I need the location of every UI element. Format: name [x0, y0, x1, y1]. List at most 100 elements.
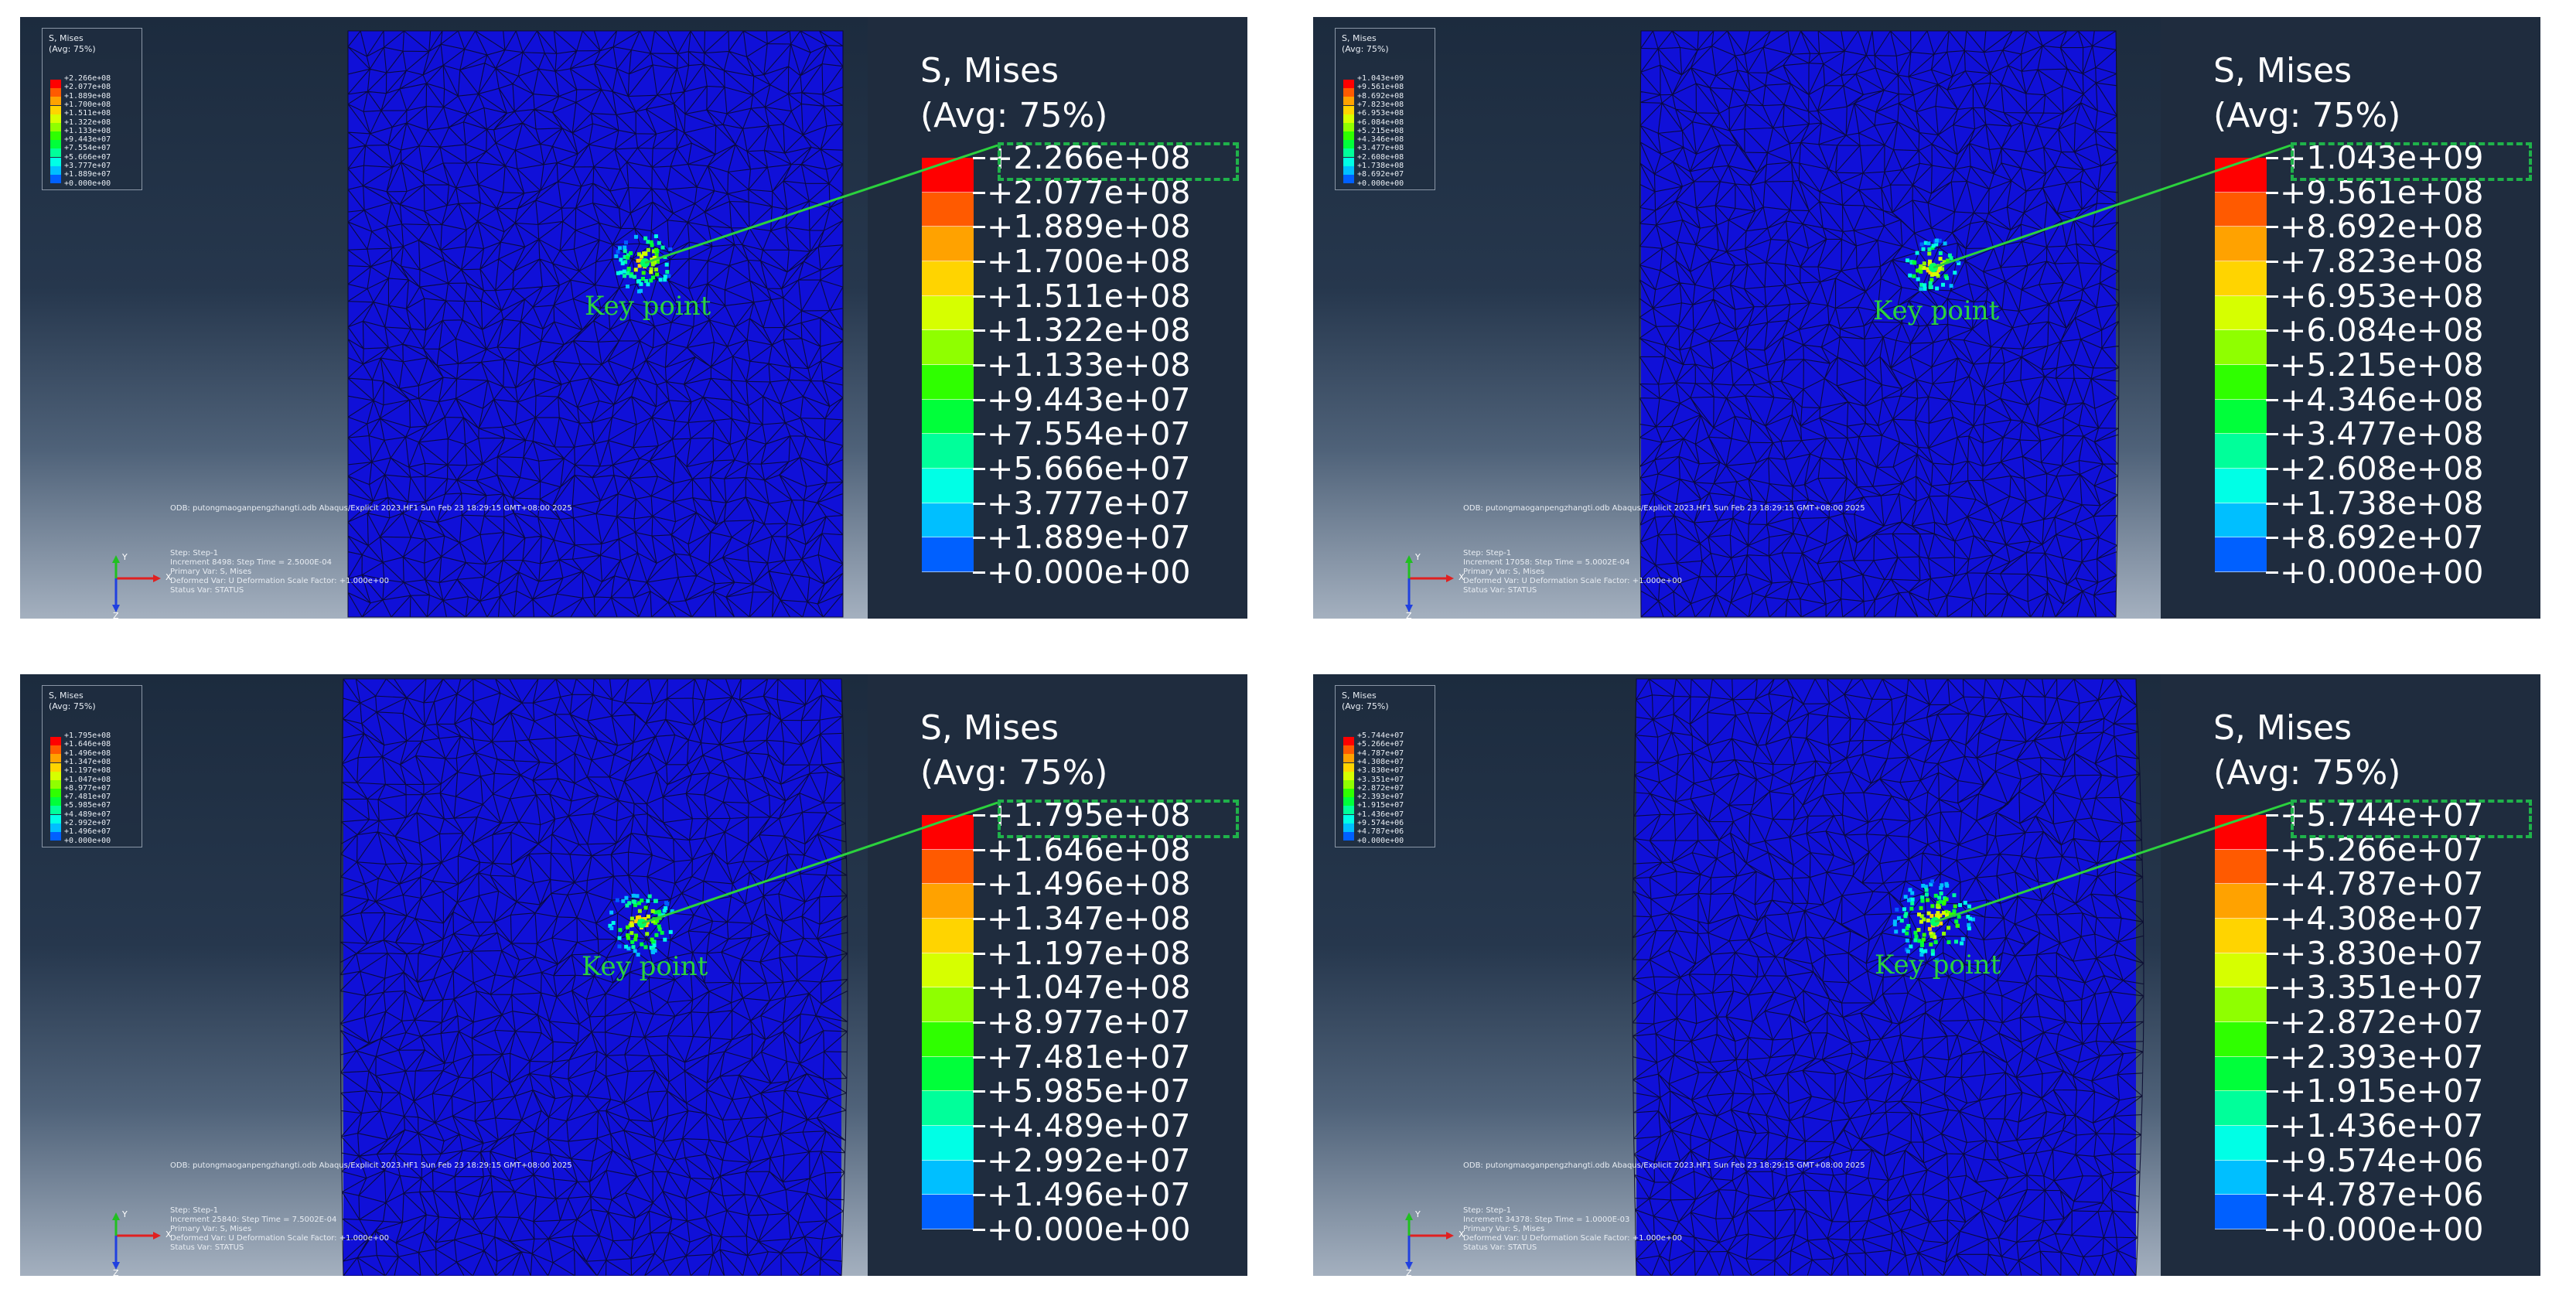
- legend-swatch: [2215, 1056, 2267, 1092]
- small-legend-swatch: [1343, 122, 1354, 131]
- legend-value: +0.000e+00: [2280, 554, 2484, 591]
- model-viewport[interactable]: Key point S, Mises (Avg: 75%) +2.266e+08 +2.…: [20, 17, 868, 619]
- legend-value: +2.393e+07: [2280, 1038, 2484, 1076]
- small-legend-swatch: [1343, 114, 1354, 123]
- legend-tick: [2266, 1125, 2278, 1127]
- legend-value: +1.915e+07: [2280, 1072, 2484, 1110]
- legend-tick: [973, 398, 985, 401]
- fe-mesh: [1639, 30, 2120, 618]
- axis-triad: X Y Z: [107, 552, 176, 619]
- legend-swatch: [922, 1091, 974, 1126]
- legend-value: +1.889e+08: [987, 208, 1191, 246]
- step-info: Step: Step-1: [170, 1206, 219, 1215]
- small-legend-swatch: [1343, 140, 1354, 149]
- small-legend-swatch: [50, 806, 61, 815]
- small-legend-value: +9.574e+06: [1357, 819, 1404, 827]
- legend-title: S, Mises: [2213, 51, 2353, 90]
- small-legend-value: +6.084e+08: [1357, 118, 1404, 127]
- small-legend-value: +9.561e+08: [1357, 83, 1404, 92]
- small-legend-value: +1.915e+07: [1357, 801, 1404, 810]
- small-legend-value: +1.738e+08: [1357, 162, 1404, 170]
- small-legend-swatch: [1343, 737, 1354, 746]
- legend-swatch: [2215, 469, 2267, 503]
- legend-tick: [973, 157, 985, 159]
- small-legend-swatch: [1343, 754, 1354, 763]
- legend-swatch: [2215, 1126, 2267, 1161]
- max-value-highlight: [998, 142, 1239, 181]
- legend-tick: [973, 537, 985, 540]
- increment-info: Increment 34378: Step Time = 1.0000E-03: [1463, 1216, 1630, 1224]
- legend-value: +4.308e+07: [2280, 900, 2484, 937]
- model-viewport[interactable]: Key point S, Mises (Avg: 75%) +1.795e+08 +1.…: [20, 674, 868, 1276]
- small-legend-swatch: [50, 797, 61, 806]
- deformed-var-info: Deformed Var: U Deformation Scale Factor…: [170, 577, 389, 585]
- legend-value: +3.777e+07: [987, 484, 1191, 522]
- legend-value: +5.985e+07: [987, 1072, 1191, 1110]
- legend-tick: [2266, 468, 2278, 470]
- legend-title: S, Mises: [2213, 708, 2353, 748]
- legend-swatch: [2215, 1160, 2267, 1195]
- small-legend-swatch: [1343, 131, 1354, 141]
- legend-tick: [973, 987, 985, 990]
- small-legend-value: +1.889e+08: [64, 91, 111, 101]
- status-var-info: Status Var: STATUS: [170, 586, 244, 595]
- axis-y-label: Y: [1415, 1209, 1421, 1219]
- legend-tick: [2266, 502, 2278, 505]
- small-legend-avg: (Avg: 75%): [1342, 44, 1389, 54]
- legend-value: +7.823e+08: [2280, 243, 2484, 280]
- legend-value: +3.351e+07: [2280, 969, 2484, 1007]
- legend-value: +1.889e+07: [987, 519, 1191, 557]
- axis-triad: X Y Z: [1400, 552, 1469, 619]
- legend-swatch: [922, 469, 974, 503]
- legend-tick: [973, 295, 985, 298]
- odb-info: ODB: putongmaoganpengzhangti.odb Abaqus/…: [1463, 504, 1865, 513]
- legend-swatch: [2215, 1022, 2267, 1057]
- small-legend-swatch: [50, 814, 61, 824]
- legend-swatch: [2215, 884, 2267, 919]
- contour-plot-panel: Key point S, Mises (Avg: 75%) +5.744e+07 +5.…: [1313, 674, 2540, 1276]
- legend-swatch: [922, 1126, 974, 1161]
- small-legend: S, Mises (Avg: 75%) +1.795e+08 +1.646e+08 +1…: [42, 685, 142, 847]
- legend-value: +6.953e+08: [2280, 277, 2484, 315]
- legend-value: +8.977e+07: [987, 1004, 1191, 1041]
- legend-tick: [973, 814, 985, 817]
- legend-swatch: [922, 537, 974, 572]
- small-legend-swatch: [50, 789, 61, 798]
- legend-swatch: [2215, 399, 2267, 435]
- legend-value: +9.574e+06: [2280, 1141, 2484, 1179]
- odb-info: ODB: putongmaoganpengzhangti.odb Abaqus/…: [1463, 1161, 1865, 1170]
- legend-zoom-panel: S, Mises (Avg: 75%) +1.795e+08 +1.646e+08 +1…: [868, 674, 1247, 1276]
- legend-swatch: [2215, 261, 2267, 296]
- small-legend-swatch: [50, 88, 61, 97]
- small-legend: S, Mises (Avg: 75%) +5.744e+07 +5.266e+07 +4…: [1335, 685, 1435, 847]
- legend-tick: [2266, 537, 2278, 540]
- small-legend-value: +7.823e+08: [1357, 100, 1404, 109]
- legend-tick: [2266, 987, 2278, 990]
- legend-tick: [2266, 157, 2278, 159]
- small-legend-title: S, Mises: [1342, 691, 1377, 701]
- legend-tick: [973, 468, 985, 470]
- small-legend-avg: (Avg: 75%): [49, 44, 96, 54]
- small-legend-value: +0.000e+00: [64, 179, 111, 188]
- status-var-info: Status Var: STATUS: [170, 1243, 244, 1252]
- small-legend-swatch: [1343, 80, 1354, 89]
- model-viewport[interactable]: Key point S, Mises (Avg: 75%) +5.744e+07 +5.…: [1313, 674, 2161, 1276]
- legend-zoom-panel: S, Mises (Avg: 75%) +1.043e+09 +9.561e+08 +8…: [2161, 17, 2540, 619]
- model-viewport[interactable]: Key point S, Mises (Avg: 75%) +1.043e+09 +9.…: [1313, 17, 2161, 619]
- legend-colorbar: [922, 815, 974, 1229]
- max-value-highlight: [998, 800, 1239, 838]
- legend-swatch: [2215, 987, 2267, 1022]
- small-legend-value: +1.496e+08: [64, 749, 111, 758]
- small-legend-swatch: [1343, 806, 1354, 815]
- small-legend-value: +1.347e+08: [64, 757, 111, 766]
- legend-swatch: [922, 434, 974, 469]
- small-legend-value: +8.692e+07: [1357, 170, 1404, 179]
- legend-value: +8.692e+08: [2280, 208, 2484, 246]
- legend-swatch: [922, 884, 974, 919]
- small-legend-value: +1.889e+07: [64, 170, 111, 179]
- legend-value: +1.496e+07: [987, 1176, 1191, 1214]
- step-info: Step: Step-1: [1463, 1206, 1512, 1215]
- legend-swatch: [922, 158, 974, 193]
- small-legend-avg: (Avg: 75%): [1342, 701, 1389, 711]
- small-legend-value: +2.077e+08: [64, 83, 111, 92]
